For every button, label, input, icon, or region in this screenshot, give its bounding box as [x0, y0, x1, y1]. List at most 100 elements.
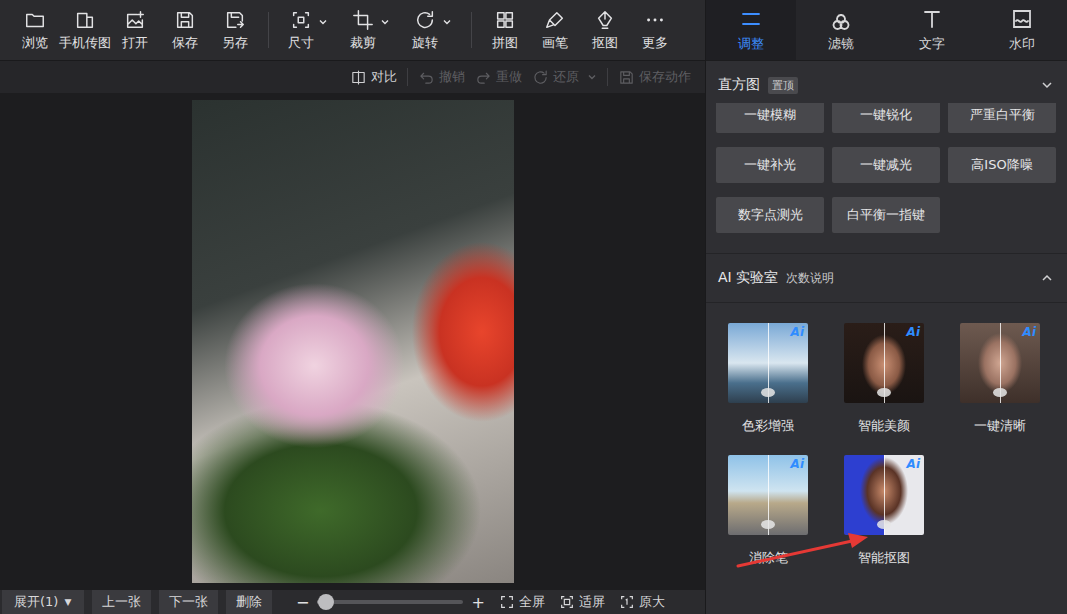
slider-knob[interactable] [318, 594, 334, 610]
view-icon [619, 594, 635, 610]
tool-icon [290, 9, 312, 31]
action-icon [350, 69, 367, 86]
nav-button[interactable]: 删除 [226, 590, 272, 614]
tool-icon [352, 9, 374, 31]
panel-tab[interactable]: 文字 [887, 0, 977, 60]
ai-badge: Ai [1023, 325, 1036, 339]
canvas [0, 93, 705, 590]
tab-icon [1010, 7, 1034, 31]
quick-button[interactable]: 高ISO降噪 [948, 147, 1056, 183]
zoom-in-button[interactable]: + [471, 593, 484, 612]
chevron-down-icon [442, 17, 452, 27]
toolbar-button[interactable]: 裁剪 [339, 9, 401, 52]
ai-badge: Ai [907, 457, 920, 471]
quick-buttons: 一键模糊一键锐化严重白平衡一键补光一键减光高ISO降噪数字点测光白平衡一指键 [706, 103, 1067, 254]
toolbar-button[interactable]: 抠图 [580, 9, 630, 52]
tool-icon [124, 9, 146, 31]
ai-tools: Ai 色彩增强 Ai 智能美颜 Ai 一键清晰 Ai 消除笔 Ai 智能抠图 [706, 303, 1067, 567]
tool-icon [74, 9, 96, 31]
ai-badge: Ai [791, 325, 804, 339]
tool-icon [594, 9, 616, 31]
ai-lab-header[interactable]: AI 实验室 次数说明 [706, 254, 1067, 303]
tool-thumbnail: Ai [728, 455, 808, 535]
ai-badge: Ai [907, 325, 920, 339]
action-button[interactable]: 撤销 [418, 68, 465, 86]
tool-thumbnail: Ai [844, 323, 924, 403]
quick-button[interactable]: 白平衡一指键 [832, 197, 940, 233]
action-icon [475, 69, 492, 86]
ai-tool-card[interactable]: Ai 智能抠图 [826, 455, 942, 567]
quick-button[interactable]: 严重白平衡 [948, 103, 1056, 133]
ai-tool-card[interactable]: Ai 智能美颜 [826, 323, 942, 435]
panel-tab[interactable]: 调整 [706, 0, 796, 60]
toolbar-button[interactable]: 更多 [630, 9, 680, 52]
bottom-bar: 展开(1)▼ 上一张下一张删除 − + 全屏 适屏 原大 [0, 590, 705, 614]
chevron-down-icon [587, 72, 597, 82]
ai-tool-card[interactable]: Ai 消除笔 [710, 455, 826, 567]
tab-icon [829, 7, 853, 31]
view-button[interactable]: 原大 [619, 593, 665, 611]
toolbar-button[interactable]: 浏览 [10, 9, 60, 52]
panel-tab[interactable]: 水印 [977, 0, 1067, 60]
panel-tab[interactable]: 滤镜 [796, 0, 886, 60]
toolbar-button[interactable]: 打开 [110, 9, 160, 52]
view-button[interactable]: 适屏 [559, 593, 605, 611]
toolbar-separator [471, 12, 472, 48]
compare-icon [877, 388, 891, 397]
action-icon [618, 69, 635, 86]
panel-tabs: 调整 滤镜 文字 水印 [706, 0, 1067, 61]
chevron-down-icon [1041, 79, 1053, 91]
view-icon [559, 594, 575, 610]
tool-icon [414, 9, 436, 31]
compare-icon [761, 520, 775, 529]
view-button[interactable]: 全屏 [499, 593, 545, 611]
tab-icon [920, 7, 944, 31]
quick-button[interactable]: 一键模糊 [716, 103, 824, 133]
compare-icon [877, 520, 891, 529]
ai-badge: Ai [791, 457, 804, 471]
action-icon [418, 69, 435, 86]
toolbar-button[interactable]: 画笔 [530, 9, 580, 52]
quick-button[interactable]: 数字点测光 [716, 197, 824, 233]
quick-button[interactable]: 一键减光 [832, 147, 940, 183]
chevron-up-icon [1041, 272, 1053, 284]
toolbar-button[interactable]: 手机传图 [60, 9, 110, 52]
zoom-slider[interactable] [317, 600, 463, 604]
nav-button[interactable]: 上一张 [92, 590, 151, 614]
compare-icon [993, 388, 1007, 397]
action-separator [607, 68, 608, 86]
quick-button[interactable]: 一键锐化 [832, 103, 940, 133]
toolbar-button[interactable]: 拼图 [480, 9, 530, 52]
view-icon [499, 594, 515, 610]
zoom-out-button[interactable]: − [296, 593, 309, 612]
usage-link[interactable]: 次数说明 [786, 270, 834, 287]
histogram-header[interactable]: 直方图 置顶 [706, 61, 1067, 103]
nav-button[interactable]: 下一张 [159, 590, 218, 614]
action-button[interactable]: 对比 [350, 68, 397, 86]
tool-icon [494, 9, 516, 31]
pin-badge[interactable]: 置顶 [768, 77, 798, 94]
chevron-down-icon [318, 17, 328, 27]
tool-icon [224, 9, 246, 31]
toolbar-separator [268, 12, 269, 48]
action-button[interactable]: 还原 [532, 68, 597, 86]
tab-icon [739, 7, 763, 31]
toolbar-button[interactable]: 另存 [210, 9, 260, 52]
main-area: 浏览 手机传图 打开 保存 另存 尺寸 裁剪 旋转 拼图 画笔 抠图 更多 对比… [0, 0, 705, 614]
toolbar-button[interactable]: 尺寸 [277, 9, 339, 52]
quick-button[interactable]: 一键补光 [716, 147, 824, 183]
compare-icon [761, 388, 775, 397]
toolbar: 浏览 手机传图 打开 保存 另存 尺寸 裁剪 旋转 拼图 画笔 抠图 更多 [0, 0, 705, 60]
toolbar-button[interactable]: 保存 [160, 9, 210, 52]
action-button[interactable]: 保存动作 [618, 68, 691, 86]
tool-thumbnail: Ai [728, 323, 808, 403]
action-button[interactable]: 重做 [475, 68, 522, 86]
ai-tool-card[interactable]: Ai 一键清晰 [942, 323, 1058, 435]
action-icon [532, 69, 549, 86]
view-select[interactable]: 展开(1)▼ [2, 590, 84, 614]
image-editor: 浏览 手机传图 打开 保存 另存 尺寸 裁剪 旋转 拼图 画笔 抠图 更多 对比… [0, 0, 1067, 614]
tool-icon [544, 9, 566, 31]
tool-thumbnail: Ai [844, 455, 924, 535]
ai-tool-card[interactable]: Ai 色彩增强 [710, 323, 826, 435]
toolbar-button[interactable]: 旋转 [401, 9, 463, 52]
